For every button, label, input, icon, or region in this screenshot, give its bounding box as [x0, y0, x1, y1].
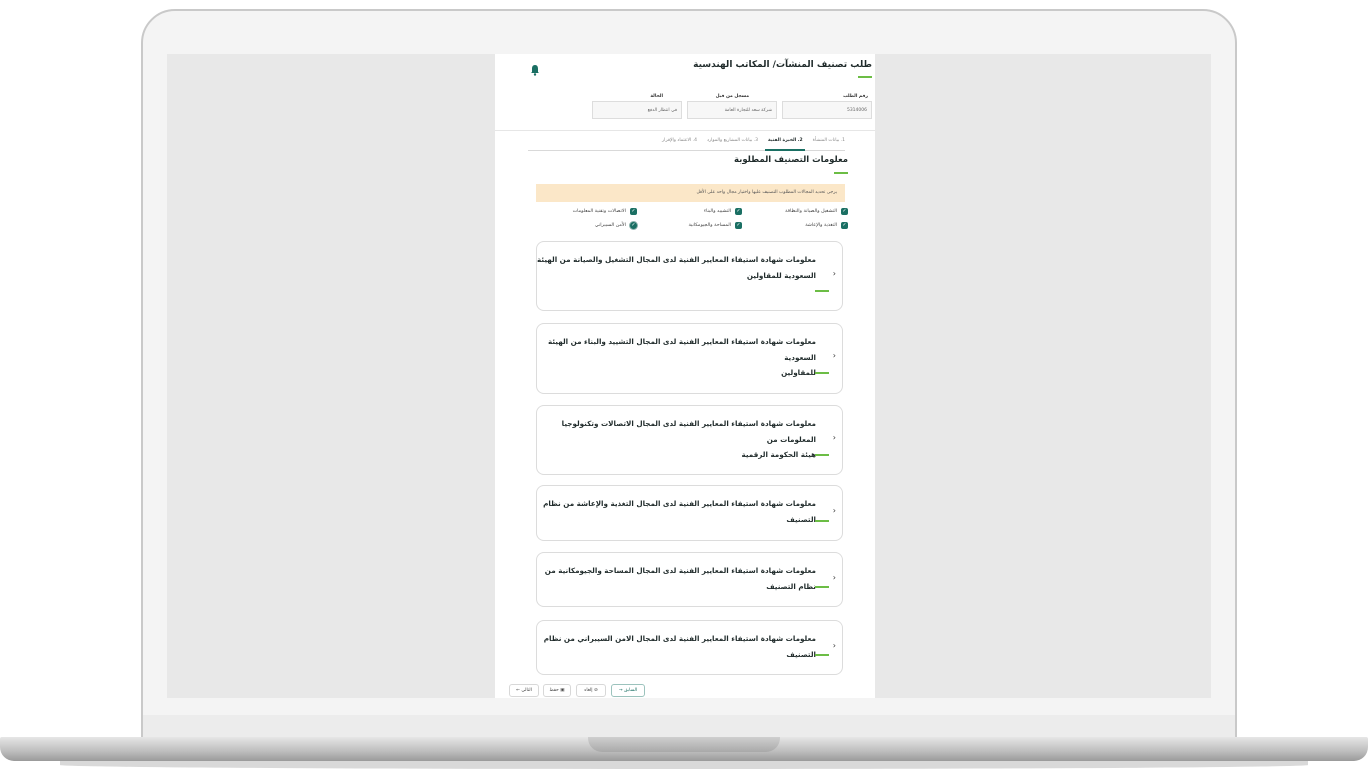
checkbox-label: التشغيل والصيانة والنظافة: [785, 209, 837, 214]
accordion-card-ict[interactable]: معلومات شهادة استيفاء المعايير الفنية لد…: [536, 405, 843, 475]
card-title-line1: معلومات شهادة استيفاء المعايير الفنية لد…: [561, 419, 816, 444]
checkbox-catering[interactable]: ✓ التغذية والإعاشة: [805, 222, 848, 229]
card-title-line1: معلومات شهادة استيفاء المعايير الفنية لد…: [537, 255, 816, 264]
section-accent-bar: [834, 172, 848, 174]
header-divider: [495, 130, 875, 131]
screen: طلب تصنيف المنشآت/ المكاتب الهندسية رقم …: [167, 54, 1211, 698]
card-text: معلومات شهادة استيفاء المعايير الفنية لد…: [537, 334, 816, 381]
checkbox-label: التغذية والإعاشة: [805, 223, 837, 228]
accordion-card-surveying[interactable]: معلومات شهادة استيفاء المعايير الفنية لد…: [536, 552, 843, 607]
step-1[interactable]: 1. بيانات المنشأة: [813, 138, 845, 143]
registered-by-label: مسجل من قبل: [715, 94, 749, 99]
card-title-line2: السعودية للمقاولين: [746, 270, 816, 280]
request-number-field: 5314006: [782, 101, 872, 119]
save-button-label: حفظ: [549, 688, 559, 693]
bell-icon[interactable]: [530, 64, 540, 76]
chevron-left-icon[interactable]: ‹: [833, 506, 836, 515]
chevron-left-icon[interactable]: ‹: [833, 433, 836, 442]
checkbox-ict[interactable]: ✓ الاتصالات وتقنية المعلومات: [573, 208, 637, 215]
registered-by-field: شركة سعد للتجارة العامة: [687, 101, 777, 119]
card-accent-bar: [815, 372, 829, 374]
back-button-label: السابق: [624, 688, 638, 693]
card-accent-bar: [815, 454, 829, 456]
card-text: معلومات شهادة استيفاء المعايير الفنية لد…: [537, 496, 816, 527]
save-icon: ▣: [560, 688, 565, 693]
card-title-line1: معلومات شهادة استيفاء المعايير الفنية لد…: [543, 499, 816, 524]
check-icon: ✓: [735, 208, 742, 215]
step-3[interactable]: 3. بيانات المشاريع والموارد: [707, 138, 758, 143]
laptop-notch: [588, 737, 780, 752]
next-button[interactable]: التالي ←: [509, 684, 539, 697]
notice-banner: يرجى تحديد المجالات المطلوب التصنيف عليه…: [536, 184, 845, 202]
checkbox-label: المساحة والجيومكانية: [688, 223, 731, 228]
checkbox-label: الأمن السيبراني: [594, 223, 626, 228]
card-accent-bar: [815, 520, 829, 522]
cancel-button-label: إلغاء: [584, 688, 593, 693]
accordion-card-catering[interactable]: معلومات شهادة استيفاء المعايير الفنية لد…: [536, 485, 843, 541]
stepper: 1. بيانات المنشأة 2. الخبرة الفنية 3. بي…: [662, 138, 845, 143]
accordion-card-operations[interactable]: معلومات شهادة استيفاء المعايير الفنية لد…: [536, 241, 843, 311]
application-page: طلب تصنيف المنشآت/ المكاتب الهندسية رقم …: [495, 54, 875, 698]
chevron-left-icon[interactable]: ‹: [833, 641, 836, 650]
section-title: معلومات التصنيف المطلوبة: [733, 155, 848, 165]
check-icon: ✓: [630, 208, 637, 215]
step-2[interactable]: 2. الخبرة الفنية: [768, 138, 803, 143]
checkbox-label: الاتصالات وتقنية المعلومات: [572, 209, 626, 214]
card-title-line1: معلومات شهادة استيفاء المعايير الفنية لد…: [543, 634, 816, 659]
next-button-label: التالي: [521, 688, 532, 693]
card-text: معلومات شهادة استيفاء المعايير الفنية لد…: [537, 563, 816, 594]
status-field: في انتظار الدفع: [592, 101, 682, 119]
card-title-line1: معلومات شهادة استيفاء المعايير الفنية لد…: [544, 566, 816, 591]
accordion-card-construction[interactable]: معلومات شهادة استيفاء المعايير الفنية لد…: [536, 323, 843, 394]
card-title-line2: للمقاولين: [781, 368, 816, 377]
laptop-shadow: [60, 761, 1308, 769]
stepper-active-indicator: [765, 149, 805, 151]
back-button[interactable]: السابق →: [611, 684, 645, 697]
step-4[interactable]: 4. الاعتماد والإقرار: [662, 138, 697, 143]
save-button[interactable]: ▣ حفظ: [543, 684, 571, 697]
check-icon: ✓: [841, 208, 848, 215]
check-icon: ✓: [630, 222, 637, 229]
card-accent-bar: [815, 654, 829, 656]
chevron-left-icon[interactable]: ‹: [833, 269, 836, 278]
page-title: طلب تصنيف المنشآت/ المكاتب الهندسية: [693, 60, 872, 70]
check-icon: ✓: [735, 222, 742, 229]
checkbox-label: التشييد والبناء: [703, 209, 731, 214]
checkbox-operations[interactable]: ✓ التشغيل والصيانة والنظافة: [785, 208, 848, 215]
checkbox-cybersecurity[interactable]: ✓ الأمن السيبراني: [595, 222, 637, 229]
check-icon: ✓: [841, 222, 848, 229]
checkbox-construction[interactable]: ✓ التشييد والبناء: [704, 208, 742, 215]
card-text: معلومات شهادة استيفاء المعايير الفنية لد…: [537, 416, 816, 463]
checkbox-surveying[interactable]: ✓ المساحة والجيومكانية: [688, 222, 742, 229]
card-text: معلومات شهادة استيفاء المعايير الفنية لد…: [537, 252, 816, 283]
accordion-card-cybersecurity[interactable]: معلومات شهادة استيفاء المعايير الفنية لد…: [536, 620, 843, 675]
card-title-line2: هيئة الحكومة الرقمية: [741, 450, 816, 459]
card-accent-bar: [815, 586, 829, 588]
title-accent-bar: [858, 76, 872, 78]
chevron-left-icon[interactable]: ‹: [833, 351, 836, 360]
laptop-bezel: [143, 715, 1235, 737]
card-text: معلومات شهادة استيفاء المعايير الفنية لد…: [537, 631, 816, 662]
card-accent-bar: [815, 290, 829, 292]
card-title-line1: معلومات شهادة استيفاء المعايير الفنية لد…: [547, 337, 816, 362]
status-label: الحالة: [650, 94, 663, 99]
cancel-button[interactable]: ⊘ إلغاء: [576, 684, 606, 697]
request-number-label: رقم الطلب: [843, 94, 868, 99]
cancel-icon: ⊘: [593, 688, 598, 693]
chevron-left-icon[interactable]: ‹: [833, 573, 836, 582]
